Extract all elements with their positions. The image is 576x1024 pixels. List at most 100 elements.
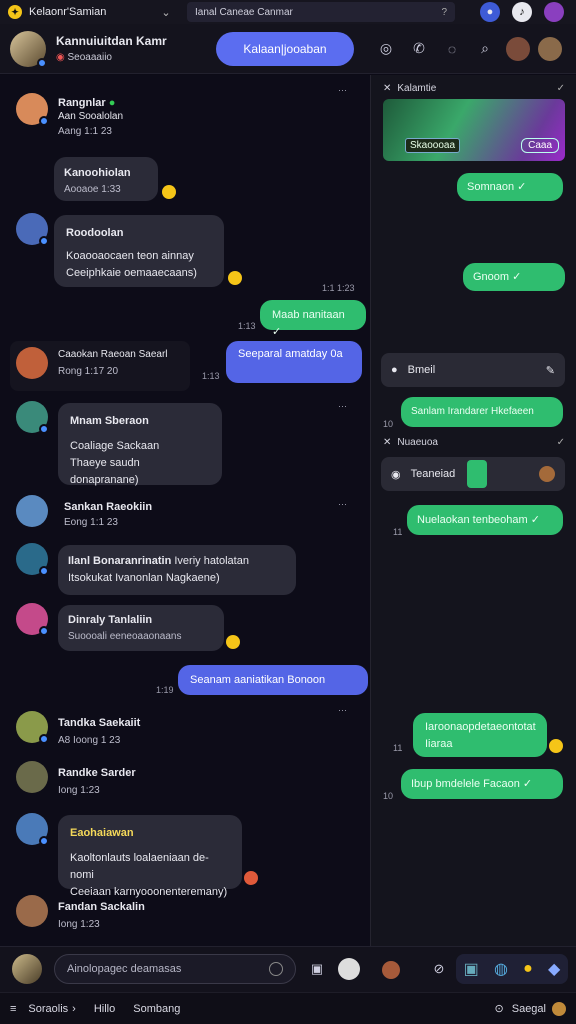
user-name: Tandka Saekaiit [58,717,141,729]
game-banner[interactable]: Skaoooaa Caaa [383,99,565,161]
attach-icon[interactable]: ▣ [308,961,326,979]
timestamp: 1:19 [156,685,174,695]
user-avatar[interactable] [16,603,49,636]
gif-icon[interactable]: ◆ [548,959,560,979]
bottom-right-item[interactable]: Saegal [512,1003,546,1015]
online-dot [39,626,49,636]
message-bubble: Eaohaiawan Kaoltonlauts loalaeniaan de-n… [58,815,242,898]
bottom-menu-item[interactable]: Sombang [133,1003,180,1015]
mention-icon[interactable]: ◎ [374,37,398,61]
message-input[interactable]: Ainolopagec deamasas [54,954,296,984]
team-label: Teaneiad [410,468,456,480]
chat-icon[interactable]: ◌ [440,37,464,61]
check-icon[interactable]: ✓ [557,83,565,94]
user-avatar[interactable] [16,401,49,434]
notification-icon[interactable]: ♪ [512,2,532,22]
smile-icon[interactable]: ● [523,960,533,978]
team-card[interactable]: ◉ Teaneiad [381,457,565,491]
channel-title: Kannuiuitdan [56,34,133,48]
user-avatar[interactable] [16,495,48,527]
status-icon: ◉ [56,52,65,63]
member-avatar[interactable] [506,36,530,61]
user-avatar[interactable] [16,93,49,126]
member-avatar[interactable] [382,961,400,979]
app-window: ✦ Kelaonr'Samian ⌄ Ianal Caneae Canmar ?… [0,0,576,1024]
input-placeholder: Ainolopagec deamasas [67,963,182,975]
game-label: Skaoooaa [405,138,461,153]
profile-avatar[interactable] [544,2,564,22]
more-icon[interactable]: ⋯ [338,401,347,412]
search-field[interactable]: ● Bmeil ✎ [381,353,565,387]
top-title-bar: ✦ Kelaonr'Samian ⌄ Ianal Caneae Canmar ?… [0,0,576,24]
edit-icon[interactable]: ✎ [546,364,555,377]
online-dot [39,566,49,576]
app-logo-icon: ✦ [8,5,22,19]
call-icon[interactable]: ✆ [407,37,431,61]
message-text: Ceeiaan karnyooonenteremany) [70,886,228,899]
voice-avatar[interactable] [338,958,360,980]
globe-icon[interactable]: ◍ [494,959,508,979]
collapse-icon[interactable]: ✕ [383,437,391,448]
message-bubble: Seeparal amatday 0a [226,341,362,383]
panel-header: ✕ Nuaeuoa ✓ [383,437,565,448]
timestamp: 11 [393,527,403,537]
user-avatar[interactable] [16,543,49,576]
message-text: Sanlam Irandarer Hkefaeen [411,406,534,417]
emoji-picker-icon[interactable] [269,962,283,976]
user-avatar[interactable] [552,1001,566,1016]
message-text: Maab nanitaan [272,309,345,321]
check-icon[interactable]: ✓ [557,437,565,448]
reaction-icon[interactable] [162,185,176,199]
channel-status: Seoaaaiio [67,52,112,63]
more-icon[interactable]: ⋯ [338,705,347,716]
search-icon[interactable]: ⌕ [473,37,497,61]
image-icon[interactable]: ▣ [464,959,479,979]
quick-actions: ▣ ◍ ● ◆ [456,954,568,984]
game-badge[interactable]: Caaa [521,138,559,153]
message-text: Ceeiphkaie oemaaecaans) [66,267,197,280]
discord-icon[interactable]: ● [480,2,500,22]
check-icon: ✓ [272,326,282,339]
self-avatar[interactable] [12,954,42,984]
message-text: Aan Sooalolan [58,111,124,122]
bottom-left-item[interactable]: Soraolis [28,1003,68,1015]
user-avatar[interactable] [16,711,49,744]
collapse-icon[interactable]: ✕ [383,83,391,94]
help-icon[interactable]: ? [441,7,447,18]
message-meta: Suoooali eeneoaaonaans [68,631,182,643]
reaction-icon[interactable] [244,871,258,885]
user-name: Dinraly Tanlaliin [68,614,153,626]
link-icon[interactable]: ⊘ [430,961,448,979]
user-avatar[interactable] [16,213,49,246]
timestamp: 1:13 [202,371,220,381]
message-meta: Aang 1:1 23 [58,126,112,137]
message-text: Iaroonaopdetaeontotat Iiaraa [425,721,536,751]
search-box[interactable]: Ianal Caneae Canmar ? [187,2,455,22]
timestamp: 10 [383,419,394,429]
chevron-down-icon[interactable]: ⌄ [159,6,173,19]
member-avatar[interactable] [538,36,562,61]
team-icon: ◉ [391,468,401,481]
user-avatar[interactable] [16,813,49,846]
user-avatar[interactable] [16,761,48,793]
chevron-right-icon: › [72,1002,76,1015]
message-meta: Eong 1:1 23 [64,517,118,528]
reaction-icon[interactable] [228,271,242,285]
emoji-icon: ● [108,97,116,109]
user-avatar[interactable] [16,895,48,927]
primary-action-button[interactable]: Kalaan|jooaban [216,31,354,66]
message-bubble: Maab nanitaan ✓ [260,300,366,338]
member-avatar[interactable] [539,466,555,482]
user-avatar[interactable] [16,347,48,379]
bottom-menu-item[interactable]: Hillo [94,1003,115,1015]
more-icon[interactable]: ⋯ [338,499,347,510]
reaction-icon[interactable] [226,635,240,649]
settings-icon[interactable]: ⊙ [495,1002,504,1015]
message-list[interactable]: ⋯ Rangnlar ● Aan Sooalolan Aang 1:1 23 K… [0,75,370,946]
panel-title: Nuaeuoa [397,437,438,448]
channel-avatar[interactable] [10,30,47,68]
user-name: Sankan Raeokiin [64,501,153,513]
reaction-icon[interactable] [549,739,563,753]
more-icon[interactable]: ⋯ [338,85,347,96]
menu-icon[interactable]: ≡ [10,1003,16,1015]
